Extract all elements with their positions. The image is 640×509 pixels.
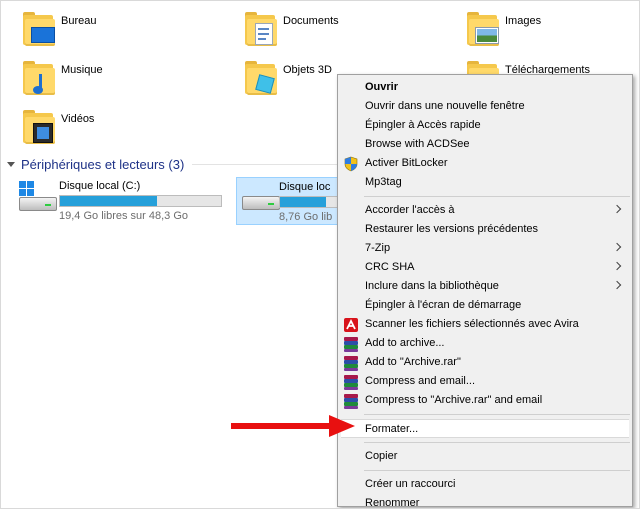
drive-selected[interactable]: Disque loc 8,76 Go lib — [236, 177, 340, 225]
documents-folder-icon — [241, 9, 281, 49]
menu-item-7zip[interactable]: 7-Zip — [338, 239, 632, 258]
folder-label: Documents — [283, 15, 339, 27]
folder-label: Vidéos — [61, 113, 95, 125]
menu-item-inclure-bibliotheque[interactable]: Inclure dans la bibliothèque — [338, 277, 632, 296]
menu-separator — [364, 470, 630, 471]
winrar-icon — [343, 393, 359, 409]
drive-free-space: 19,4 Go libres sur 48,3 Go — [59, 210, 189, 222]
drive-free-space: 8,76 Go lib — [279, 211, 333, 223]
drive-name: Disque loc — [279, 181, 331, 193]
music-folder-icon — [19, 58, 59, 98]
menu-item-renommer[interactable]: Renommer — [338, 494, 632, 508]
hard-drive-icon — [15, 177, 59, 217]
submenu-arrow-icon — [612, 242, 622, 252]
pointer-arrow-icon — [231, 415, 355, 437]
menu-separator — [364, 414, 630, 415]
menu-item-epingler-acces-rapide[interactable]: Épingler à Accès rapide — [338, 116, 632, 135]
folder-documents[interactable]: Documents — [241, 9, 339, 57]
images-folder-icon — [463, 9, 503, 49]
menu-item-ouvrir[interactable]: Ouvrir — [338, 78, 632, 97]
menu-item-copier[interactable]: Copier — [338, 447, 632, 466]
section-title: Périphériques et lecteurs (3) — [21, 156, 185, 172]
folder-musique[interactable]: Musique — [19, 58, 103, 106]
submenu-arrow-icon — [612, 261, 622, 271]
folder-bureau[interactable]: Bureau — [19, 9, 96, 57]
chevron-down-icon[interactable] — [7, 161, 15, 167]
menu-item-restaurer-versions[interactable]: Restaurer les versions précédentes — [338, 220, 632, 239]
menu-item-scanner-avira[interactable]: Scanner les fichiers sélectionnés avec A… — [338, 315, 632, 334]
desktop-folder-icon — [19, 9, 59, 49]
menu-item-compress-rar-email[interactable]: Compress to "Archive.rar" and email — [338, 391, 632, 410]
folder-label: Bureau — [61, 15, 97, 27]
avira-icon — [344, 318, 358, 332]
folder-videos[interactable]: Vidéos — [19, 107, 94, 155]
menu-item-mp3tag[interactable]: Mp3tag — [338, 173, 632, 192]
shield-icon — [344, 156, 358, 172]
videos-folder-icon — [19, 107, 59, 147]
menu-item-add-to-archive-rar[interactable]: Add to "Archive.rar" — [338, 353, 632, 372]
3d-objects-folder-icon — [241, 58, 281, 98]
menu-item-activer-bitlocker[interactable]: Activer BitLocker — [338, 154, 632, 173]
drive-c[interactable]: Disque local (C:) 19,4 Go libres sur 48,… — [15, 177, 237, 225]
menu-separator — [364, 196, 630, 197]
menu-item-crc-sha[interactable]: CRC SHA — [338, 258, 632, 277]
winrar-icon — [343, 336, 359, 352]
menu-item-accorder-acces[interactable]: Accorder l'accès à — [338, 201, 632, 220]
drive-usage-bar — [59, 195, 222, 207]
menu-item-compress-email[interactable]: Compress and email... — [338, 372, 632, 391]
folder-images[interactable]: Images — [463, 9, 541, 57]
winrar-icon — [343, 374, 359, 390]
submenu-arrow-icon — [612, 204, 622, 214]
folder-label: Objets 3D — [283, 64, 332, 76]
menu-item-creer-raccourci[interactable]: Créer un raccourci — [338, 475, 632, 494]
drive-usage-fill — [60, 196, 157, 206]
menu-item-epingler-demarrage[interactable]: Épingler à l'écran de démarrage — [338, 296, 632, 315]
menu-item-formater[interactable]: Formater... — [341, 419, 629, 438]
menu-item-add-to-archive[interactable]: Add to archive... — [338, 334, 632, 353]
explorer-content: Bureau Documents Images Musique Objets 3… — [0, 0, 640, 509]
drive-usage-fill — [280, 197, 327, 207]
menu-separator — [364, 442, 630, 443]
context-menu: Ouvrir Ouvrir dans une nouvelle fenêtre … — [337, 74, 633, 508]
menu-item-ouvrir-nouvelle-fenetre[interactable]: Ouvrir dans une nouvelle fenêtre — [338, 97, 632, 116]
folder-label: Musique — [61, 64, 103, 76]
winrar-icon — [343, 355, 359, 371]
drive-name: Disque local (C:) — [59, 180, 141, 192]
folder-objets-3d[interactable]: Objets 3D — [241, 58, 332, 106]
submenu-arrow-icon — [612, 280, 622, 290]
folder-label: Images — [505, 15, 542, 27]
drive-usage-bar — [279, 196, 339, 208]
menu-item-browse-acdsee[interactable]: Browse with ACDSee — [338, 135, 632, 154]
hard-drive-icon — [237, 178, 280, 218]
